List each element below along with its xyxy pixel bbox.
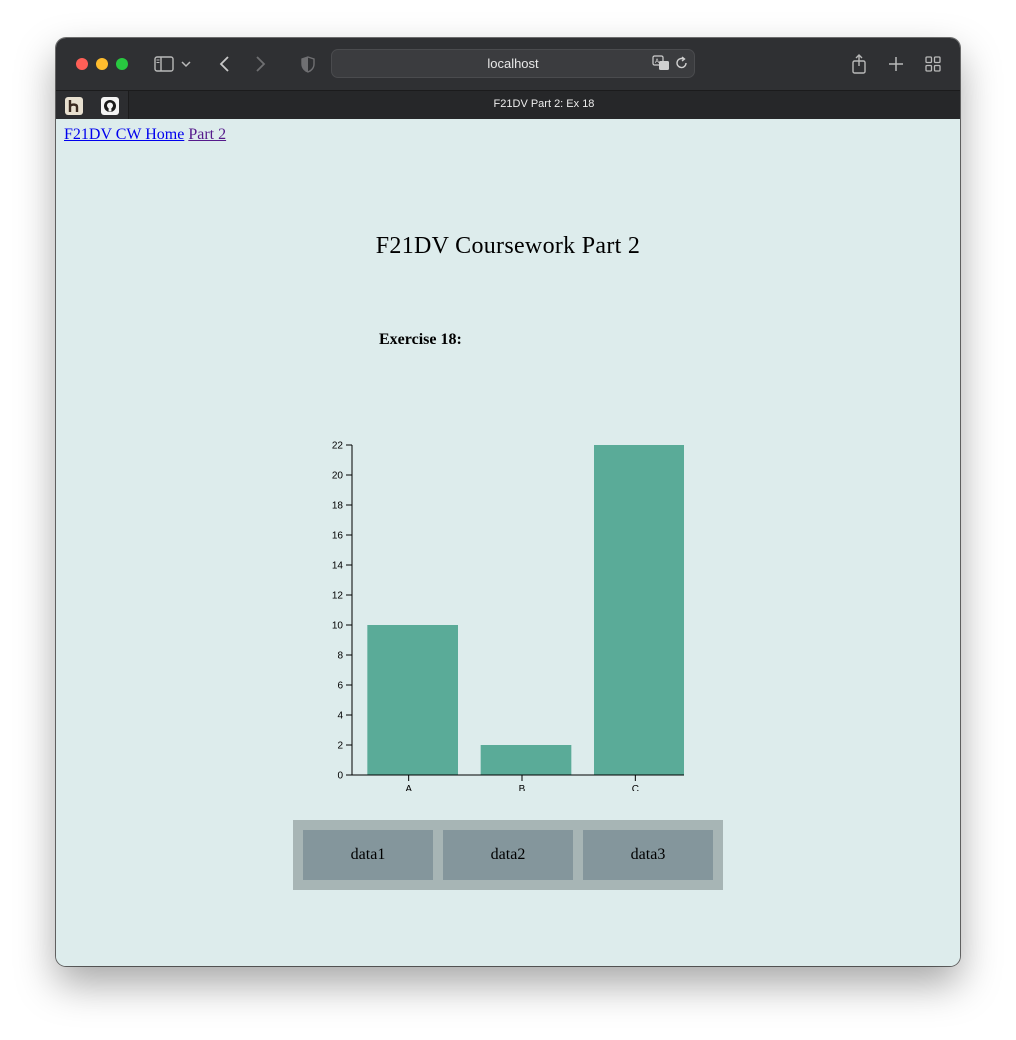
minimize-window-button[interactable]: [96, 58, 108, 70]
zoom-window-button[interactable]: [116, 58, 128, 70]
back-arrow-icon[interactable]: [213, 52, 237, 76]
part2-link[interactable]: Part 2: [188, 126, 226, 143]
translate-icon[interactable]: A: [652, 55, 670, 76]
bar-B: [480, 745, 572, 775]
y-tick-label: 8: [337, 651, 343, 662]
exercise-heading: Exercise 18:: [379, 331, 462, 348]
tab-bar: F21DV Part 2: Ex 18: [56, 90, 960, 121]
share-icon[interactable]: [847, 52, 871, 76]
x-tick-label: B: [519, 784, 526, 791]
y-tick-label: 20: [332, 471, 344, 482]
y-tick-label: 16: [332, 531, 344, 542]
pinned-tab-github[interactable]: [92, 91, 129, 120]
y-tick-label: 10: [332, 621, 344, 632]
data1-button[interactable]: data1: [303, 830, 433, 880]
pinned-tab-h[interactable]: [56, 91, 93, 120]
data3-button[interactable]: data3: [583, 830, 713, 880]
y-tick-label: 0: [337, 771, 343, 782]
url-text: localhost: [487, 56, 539, 71]
x-tick-label: A: [405, 784, 412, 791]
github-icon: [101, 96, 119, 115]
y-tick-label: 4: [337, 711, 343, 722]
browser-toolbar: localhost A: [56, 38, 960, 90]
y-tick-label: 2: [337, 741, 343, 752]
data2-button[interactable]: data2: [443, 830, 573, 880]
address-bar[interactable]: localhost A: [331, 49, 695, 78]
y-tick-label: 6: [337, 681, 343, 692]
y-tick-label: 22: [332, 441, 344, 452]
bar-chart: 0 2 4 6 8 10 12 14 16 18 20 22 A B C: [332, 441, 684, 791]
tab-overview-icon[interactable]: [921, 52, 945, 76]
browser-window: localhost A F21DV Part 2: Ex 18 F21DV CW…: [56, 38, 960, 966]
y-tick-label: 12: [332, 591, 344, 602]
reload-icon[interactable]: [675, 56, 688, 75]
x-tick-label: C: [632, 784, 639, 791]
data-button-panel: data1 data2 data3: [293, 820, 723, 890]
privacy-shield-icon[interactable]: [296, 52, 320, 76]
page-title: F21DV Coursework Part 2: [375, 233, 641, 259]
chevron-down-icon[interactable]: [179, 52, 193, 76]
y-tick-label: 18: [332, 501, 344, 512]
h-logo-icon: [65, 96, 83, 115]
close-window-button[interactable]: [76, 58, 88, 70]
nav-links: F21DV CW Home Part 2: [64, 126, 226, 144]
page-content: F21DV CW Home Part 2 F21DV Coursework Pa…: [56, 119, 960, 966]
home-link[interactable]: F21DV CW Home: [64, 126, 184, 143]
y-tick-label: 14: [332, 561, 344, 572]
sidebar-icon[interactable]: [152, 52, 176, 76]
forward-arrow-icon[interactable]: [248, 52, 272, 76]
active-tab-title[interactable]: F21DV Part 2: Ex 18: [128, 98, 960, 110]
bar-C: [594, 445, 684, 775]
new-tab-icon[interactable]: [884, 52, 908, 76]
bar-A: [367, 625, 458, 775]
